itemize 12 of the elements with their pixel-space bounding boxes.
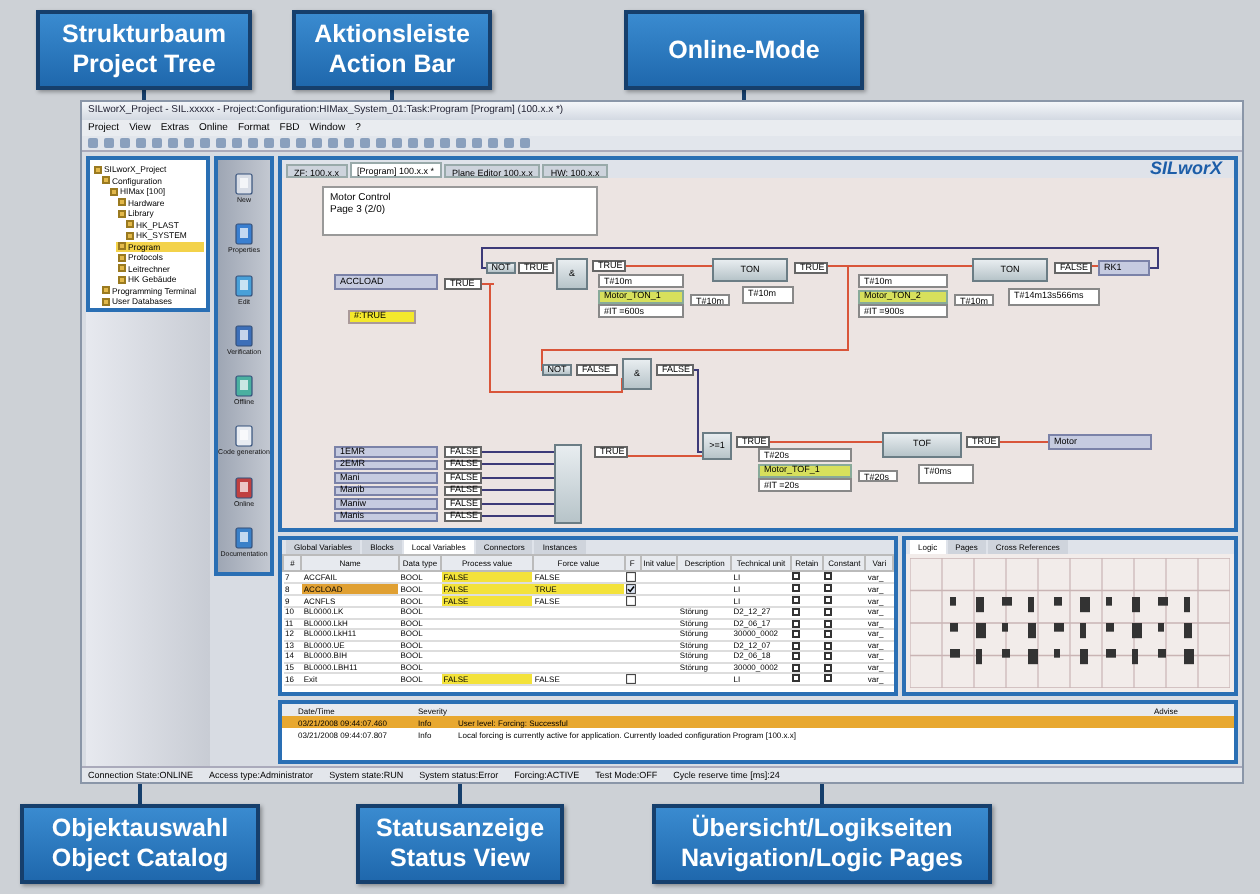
callout-text: Action Bar	[328, 50, 456, 80]
callout-text: Object Catalog	[51, 844, 229, 874]
callout-text: Statusanzeige	[375, 814, 545, 844]
logo: SILworX	[1149, 160, 1222, 178]
callout-text: Strukturbaum	[62, 20, 226, 50]
callout-text: Navigation/Logic Pages	[680, 844, 963, 874]
callout-text: Status View	[390, 844, 530, 874]
callout-text: Online-Mode	[668, 35, 820, 65]
callout-text: Aktionsleiste	[314, 20, 470, 50]
callout-text: Objektauswahl	[51, 814, 229, 844]
callout-text: Project Tree	[72, 50, 216, 80]
callout-text: Übersicht/Logikseiten	[691, 814, 953, 844]
